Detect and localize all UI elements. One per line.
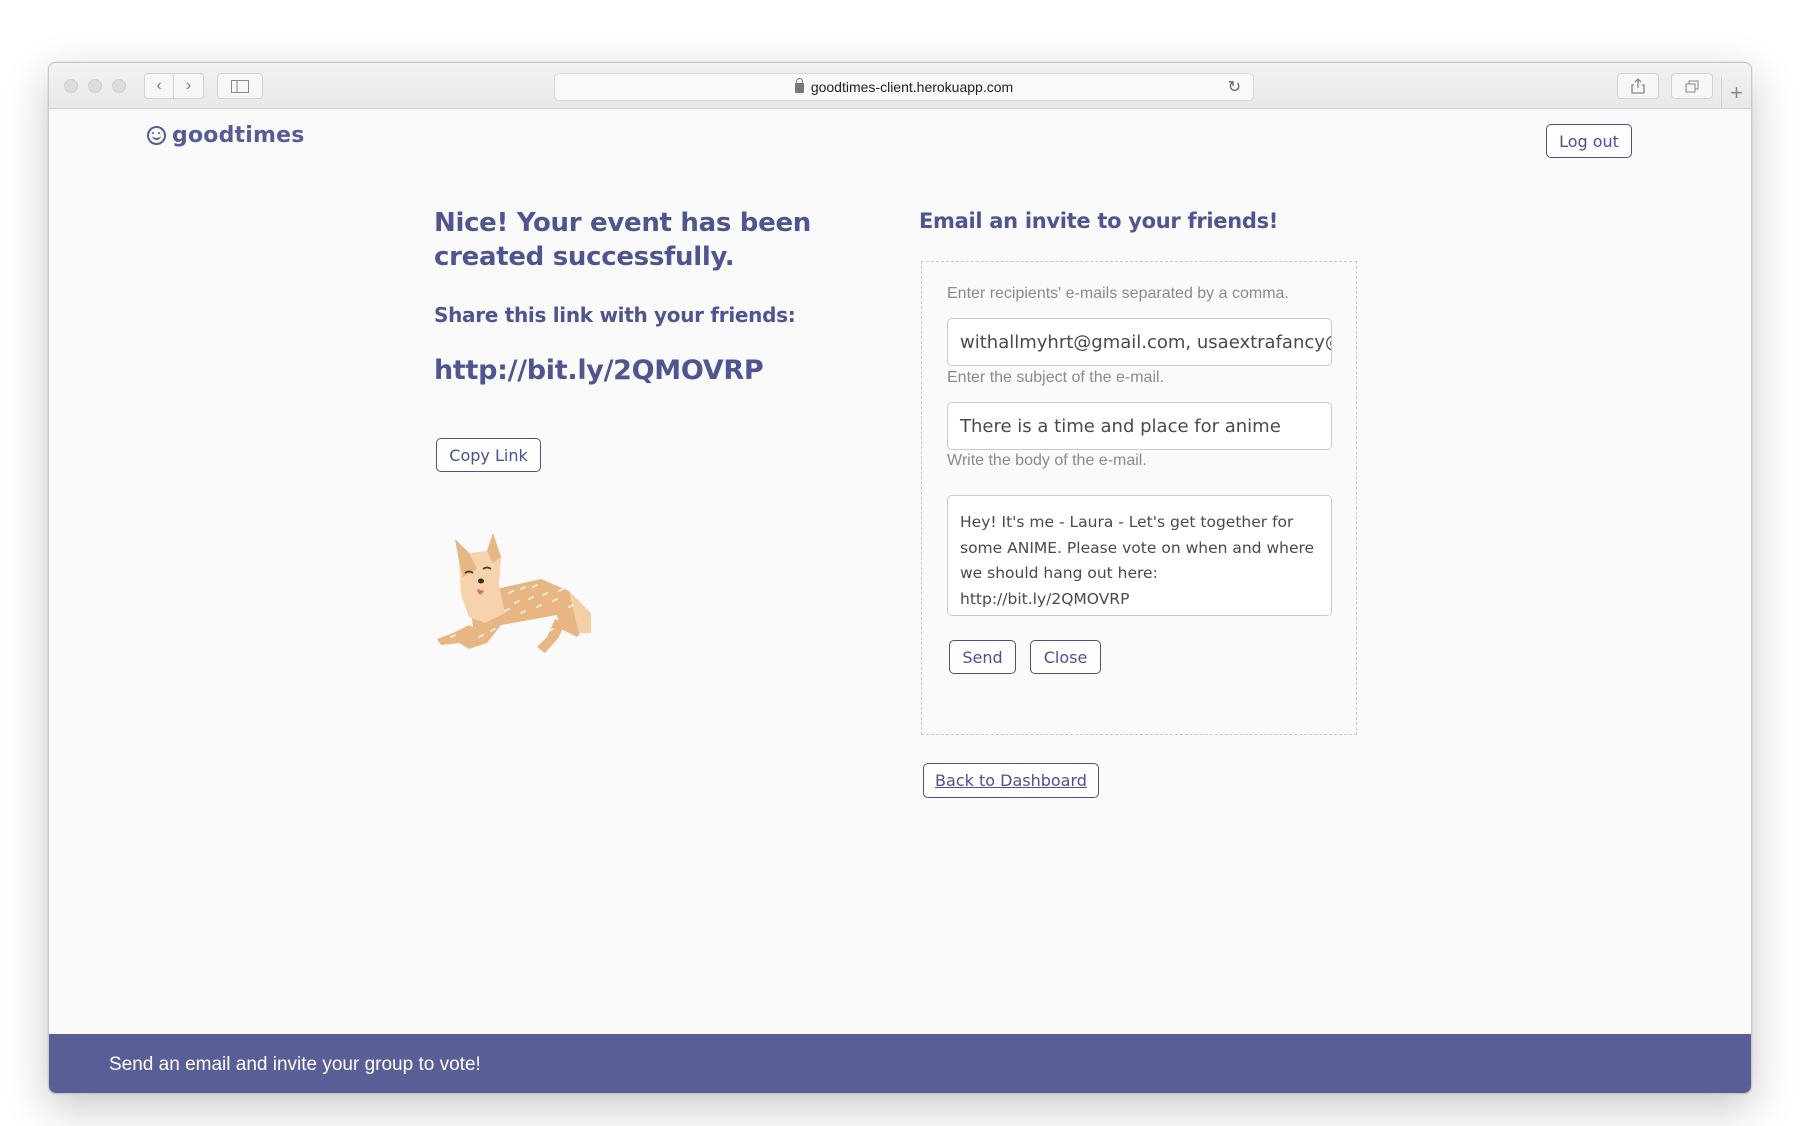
close-button[interactable]: Close — [1030, 640, 1101, 674]
share-icon — [1631, 78, 1645, 94]
email-heading: Email an invite to your friends! — [919, 209, 1279, 233]
copy-link-button[interactable]: Copy Link — [436, 438, 541, 472]
smiley-icon — [147, 126, 166, 145]
share-link[interactable]: http://bit.ly/2QMOVRP — [434, 355, 764, 386]
lock-icon — [794, 78, 804, 93]
share-heading: Share this link with your friends: — [434, 303, 796, 327]
back-to-dashboard-button[interactable]: Back to Dashboard — [923, 763, 1099, 798]
browser-window: ‹ › goodtimes-client.herokuapp.com ↻ + g… — [48, 62, 1752, 1094]
email-invite-form: Enter recipients' e-mails separated by a… — [921, 261, 1357, 735]
body-textarea[interactable]: Hey! It's me - Laura - Let's get togethe… — [947, 495, 1332, 616]
subject-label: Enter the subject of the e-mail. — [947, 369, 1164, 386]
subject-input[interactable]: There is a time and place for anime — [947, 402, 1332, 450]
close-window-button[interactable] — [64, 79, 78, 93]
browser-toolbar: ‹ › goodtimes-client.herokuapp.com ↻ + — [49, 63, 1751, 109]
logo[interactable]: goodtimes — [147, 123, 305, 148]
back-nav-button[interactable]: ‹ — [144, 73, 174, 99]
chevron-right-icon: › — [185, 77, 192, 94]
send-button[interactable]: Send — [949, 640, 1016, 674]
footer-banner: Send an email and invite your group to v… — [49, 1034, 1751, 1093]
logo-text: goodtimes — [172, 123, 305, 148]
url-text: goodtimes-client.herokuapp.com — [810, 79, 1014, 95]
tabs-overview-button[interactable] — [1671, 73, 1713, 99]
recipients-label: Enter recipients' e-mails separated by a… — [947, 285, 1289, 302]
minimize-window-button[interactable] — [88, 79, 102, 93]
reload-icon[interactable]: ↻ — [1228, 77, 1241, 97]
share-button[interactable] — [1617, 73, 1659, 99]
plus-icon: + — [1730, 80, 1743, 105]
dog-illustration — [437, 533, 591, 653]
page-content: goodtimes Log out Nice! Your event has b… — [49, 109, 1751, 1093]
forward-nav-button[interactable]: › — [174, 73, 204, 99]
sidebar-icon — [231, 79, 249, 93]
zoom-window-button[interactable] — [112, 79, 126, 93]
body-label: Write the body of the e-mail. — [947, 452, 1147, 469]
footer-message: Send an email and invite your group to v… — [109, 1053, 481, 1075]
sidebar-toggle-button[interactable] — [217, 73, 263, 99]
logout-button[interactable]: Log out — [1546, 124, 1632, 158]
new-tab-button[interactable]: + — [1721, 77, 1751, 109]
success-heading: Nice! Your event has been created succes… — [434, 208, 811, 272]
recipients-input[interactable]: withallmyhrt@gmail.com, usaextrafancy@ — [947, 318, 1332, 366]
address-bar[interactable]: goodtimes-client.herokuapp.com ↻ — [554, 73, 1254, 101]
chevron-left-icon: ‹ — [156, 77, 162, 94]
tabs-icon — [1685, 80, 1699, 92]
